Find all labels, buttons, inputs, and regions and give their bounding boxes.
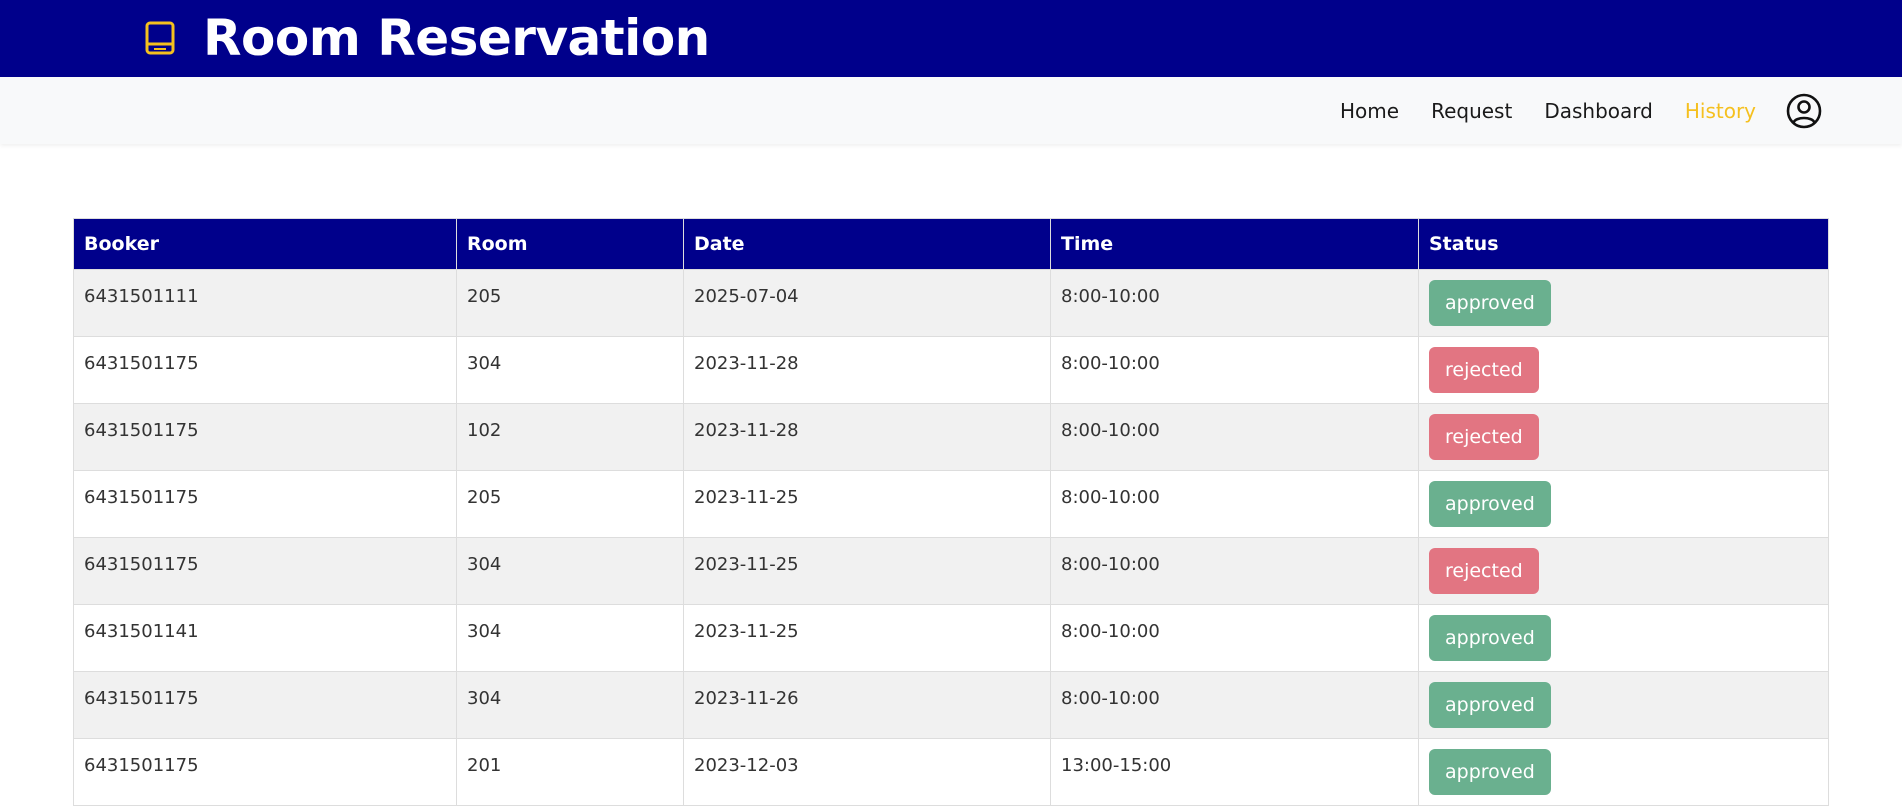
status-cell: approved — [1418, 470, 1829, 538]
date-cell: 2023-11-25 — [683, 537, 1051, 605]
column-header-date: Date — [683, 218, 1051, 270]
room-cell: 201 — [456, 738, 684, 806]
time-cell: 8:00-10:00 — [1050, 336, 1419, 404]
history-table: Booker Room Date Time Status 6431501111 2… — [73, 218, 1829, 806]
time-cell: 8:00-10:00 — [1050, 671, 1419, 739]
room-cell: 205 — [456, 470, 684, 538]
status-cell: approved — [1418, 604, 1829, 672]
history-table-container: Booker Room Date Time Status 6431501111 2… — [73, 218, 1829, 806]
status-badge: rejected — [1429, 414, 1539, 460]
room-cell: 304 — [456, 604, 684, 672]
nav-request[interactable]: Request — [1431, 99, 1512, 123]
booker-cell: 6431501175 — [73, 738, 457, 806]
status-cell: approved — [1418, 738, 1829, 806]
table-row: 6431501111 205 2025-07-04 8:00-10:00 approve… — [73, 269, 1829, 337]
table-header-row: Booker Room Date Time Status — [73, 218, 1829, 270]
booker-cell: 6431501175 — [73, 537, 457, 605]
date-cell: 2023-11-25 — [683, 470, 1051, 538]
status-cell: rejected — [1418, 403, 1829, 471]
table-row: 6431501175 102 2023-11-28 8:00-10:00 rejecte… — [73, 403, 1829, 471]
status-badge: approved — [1429, 749, 1551, 795]
room-cell: 205 — [456, 269, 684, 337]
date-cell: 2025-07-04 — [683, 269, 1051, 337]
time-cell: 8:00-10:00 — [1050, 537, 1419, 605]
column-header-booker: Booker — [73, 218, 457, 270]
column-header-room: Room — [456, 218, 684, 270]
room-cell: 304 — [456, 537, 684, 605]
status-badge: approved — [1429, 615, 1551, 661]
booker-cell: 6431501141 — [73, 604, 457, 672]
column-header-time: Time — [1050, 218, 1419, 270]
user-circle-icon[interactable] — [1786, 93, 1822, 129]
status-cell: approved — [1418, 269, 1829, 337]
table-body: 6431501111 205 2025-07-04 8:00-10:00 approve… — [73, 269, 1829, 806]
nav-links: Home Request Dashboard History — [1308, 77, 1822, 144]
status-badge: rejected — [1429, 548, 1539, 594]
status-cell: approved — [1418, 671, 1829, 739]
room-cell: 304 — [456, 671, 684, 739]
status-cell: rejected — [1418, 336, 1829, 404]
nav-dashboard[interactable]: Dashboard — [1544, 99, 1653, 123]
time-cell: 8:00-10:00 — [1050, 269, 1419, 337]
time-cell: 13:00-15:00 — [1050, 738, 1419, 806]
table-row: 6431501141 304 2023-11-25 8:00-10:00 approve… — [73, 604, 1829, 672]
status-badge: rejected — [1429, 347, 1539, 393]
date-cell: 2023-11-25 — [683, 604, 1051, 672]
booker-cell: 6431501175 — [73, 403, 457, 471]
nav-history[interactable]: History — [1685, 99, 1756, 123]
date-cell: 2023-11-26 — [683, 671, 1051, 739]
booker-cell: 6431501175 — [73, 336, 457, 404]
booker-cell: 6431501175 — [73, 671, 457, 739]
navbar: Home Request Dashboard History — [0, 77, 1902, 144]
table-row: 6431501175 304 2023-11-25 8:00-10:00 rejecte… — [73, 537, 1829, 605]
status-cell: rejected — [1418, 537, 1829, 605]
time-cell: 8:00-10:00 — [1050, 403, 1419, 471]
book-icon — [145, 21, 175, 55]
date-cell: 2023-11-28 — [683, 403, 1051, 471]
status-badge: approved — [1429, 280, 1551, 326]
column-header-status: Status — [1418, 218, 1829, 270]
booker-cell: 6431501175 — [73, 470, 457, 538]
table-row: 6431501175 304 2023-11-26 8:00-10:00 approve… — [73, 671, 1829, 739]
date-cell: 2023-12-03 — [683, 738, 1051, 806]
table-row: 6431501175 201 2023-12-03 13:00-15:00 approv… — [73, 738, 1829, 806]
time-cell: 8:00-10:00 — [1050, 470, 1419, 538]
booker-cell: 6431501111 — [73, 269, 457, 337]
app-title: Room Reservation — [203, 9, 710, 67]
status-badge: approved — [1429, 682, 1551, 728]
nav-home[interactable]: Home — [1340, 99, 1399, 123]
table-row: 6431501175 205 2023-11-25 8:00-10:00 approve… — [73, 470, 1829, 538]
time-cell: 8:00-10:00 — [1050, 604, 1419, 672]
status-badge: approved — [1429, 481, 1551, 527]
room-cell: 304 — [456, 336, 684, 404]
date-cell: 2023-11-28 — [683, 336, 1051, 404]
room-cell: 102 — [456, 403, 684, 471]
header-banner: Room Reservation — [0, 0, 1902, 77]
table-row: 6431501175 304 2023-11-28 8:00-10:00 rejecte… — [73, 336, 1829, 404]
